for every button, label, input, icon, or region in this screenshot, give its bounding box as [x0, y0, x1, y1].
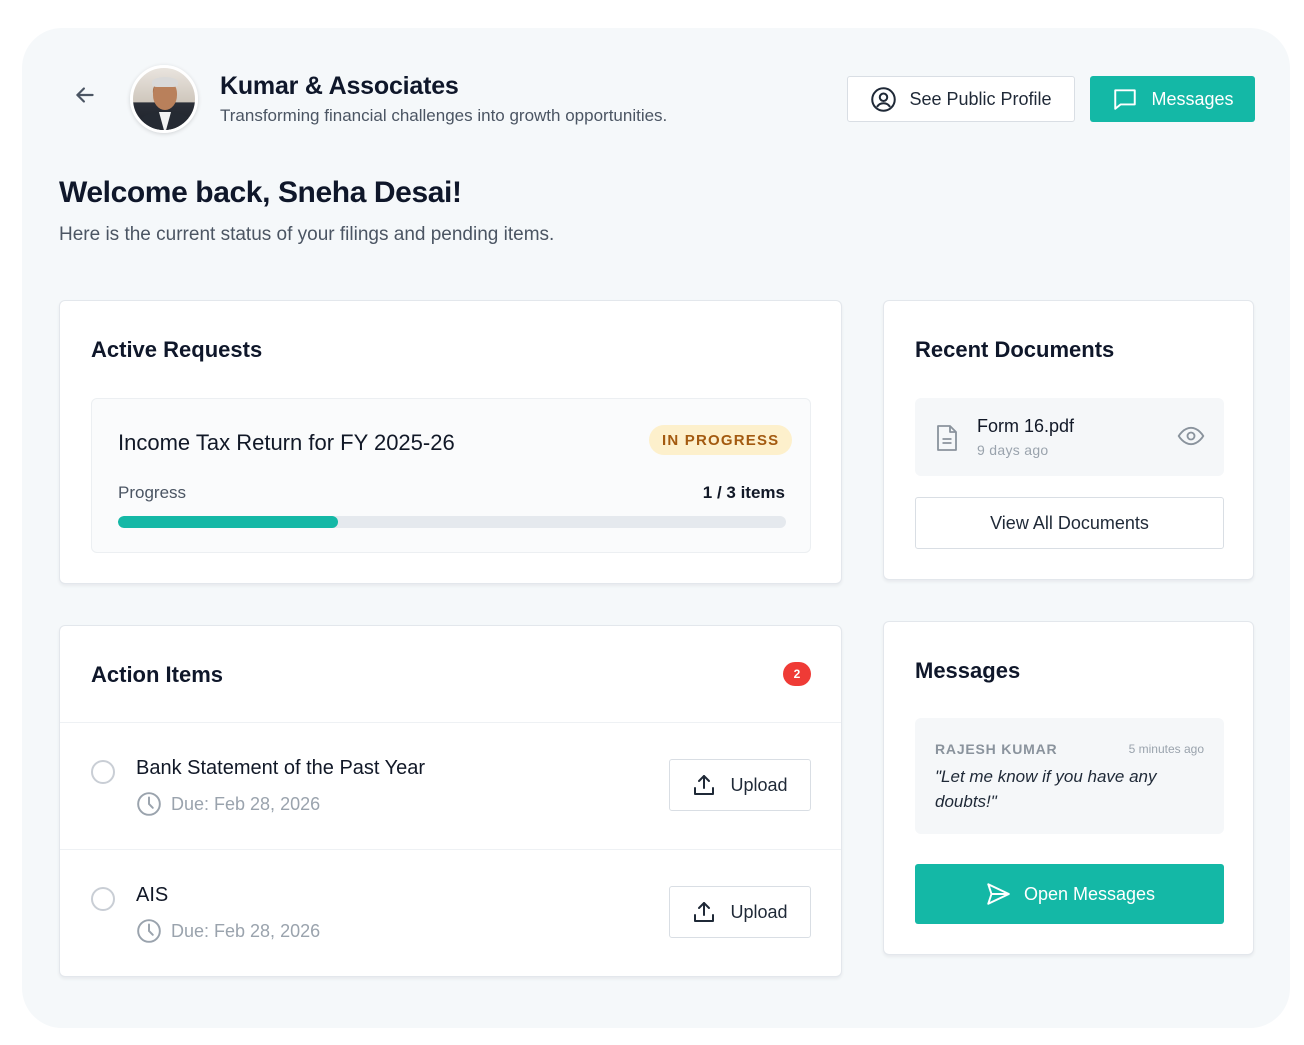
action-item: Bank Statement of the Past Year Due: Feb…	[60, 723, 841, 850]
recent-documents-card: Recent Documents Form 16.pdf 9 days ago …	[883, 300, 1254, 580]
message-text: "Let me know if you have any doubts!"	[935, 767, 1157, 811]
view-all-documents-button[interactable]: View All Documents	[915, 497, 1224, 549]
avatar	[130, 65, 198, 133]
active-requests-card: Active Requests Income Tax Return for FY…	[59, 300, 842, 584]
messages-button-label: Messages	[1151, 88, 1234, 109]
clock-icon	[137, 792, 161, 816]
message-preview[interactable]: RAJESH KUMAR 5 minutes ago "Let me know …	[915, 718, 1224, 834]
back-button[interactable]	[70, 80, 100, 110]
messages-button[interactable]: Messages	[1090, 76, 1255, 122]
action-item-title: Bank Statement of the Past Year	[136, 757, 426, 779]
firm-name: Kumar & Associates	[220, 72, 459, 100]
document-name: Form 16.pdf	[977, 416, 1075, 436]
send-icon	[987, 883, 1010, 905]
welcome-subtitle: Here is the current status of your filin…	[59, 224, 555, 245]
action-item-due-text: Due: Feb 28, 2026	[171, 920, 321, 941]
eye-icon[interactable]	[1176, 422, 1206, 450]
open-messages-button[interactable]: Open Messages	[915, 864, 1224, 924]
action-item-title: AIS	[136, 884, 169, 906]
request-item[interactable]: Income Tax Return for FY 2025-26 IN PROG…	[91, 398, 811, 553]
action-items-card: Action Items 2 Bank Statement of the Pas…	[59, 625, 842, 977]
see-public-profile-button[interactable]: See Public Profile	[847, 76, 1075, 122]
action-item: AIS Due: Feb 28, 2026 Upload	[60, 850, 841, 977]
messages-card: Messages RAJESH KUMAR 5 minutes ago "Let…	[883, 621, 1254, 955]
progress-bar-fill	[118, 516, 339, 528]
action-item-due-text: Due: Feb 28, 2026	[171, 793, 321, 814]
see-public-profile-label: See Public Profile	[909, 88, 1052, 109]
action-items-count-badge: 2	[783, 662, 811, 686]
progress-bar	[118, 516, 786, 528]
upload-button[interactable]: Upload	[669, 759, 811, 811]
status-badge: IN PROGRESS	[649, 425, 793, 455]
upload-label: Upload	[730, 901, 788, 922]
upload-icon	[694, 775, 715, 795]
upload-button[interactable]: Upload	[669, 886, 811, 938]
recent-documents-title: Recent Documents	[915, 337, 1115, 362]
clock-icon	[137, 919, 161, 943]
firm-tagline: Transforming financial challenges into g…	[220, 106, 668, 125]
message-square-icon	[1114, 89, 1137, 110]
progress-label: Progress	[118, 483, 187, 502]
welcome-title: Welcome back, Sneha Desai!	[59, 176, 462, 209]
action-item-checkbox[interactable]	[91, 760, 115, 784]
document-row[interactable]: Form 16.pdf 9 days ago	[915, 398, 1224, 476]
messages-title: Messages	[915, 658, 1021, 683]
open-messages-label: Open Messages	[1023, 883, 1156, 904]
message-sender: RAJESH KUMAR	[935, 741, 1058, 757]
active-requests-title: Active Requests	[91, 337, 263, 362]
arrow-left-icon	[76, 87, 94, 103]
upload-label: Upload	[730, 774, 788, 795]
file-text-icon	[937, 425, 957, 451]
upload-icon	[694, 902, 715, 922]
action-item-due: Due: Feb 28, 2026	[136, 918, 320, 944]
action-items-title: Action Items	[91, 662, 224, 687]
user-circle-icon	[871, 86, 897, 112]
document-time: 9 days ago	[977, 442, 1049, 458]
progress-count: 1 / 3 items	[702, 483, 785, 502]
request-title: Income Tax Return for FY 2025-26	[118, 430, 455, 455]
action-item-checkbox[interactable]	[91, 887, 115, 911]
action-item-due: Due: Feb 28, 2026	[136, 791, 320, 817]
message-time: 5 minutes ago	[1128, 742, 1204, 756]
